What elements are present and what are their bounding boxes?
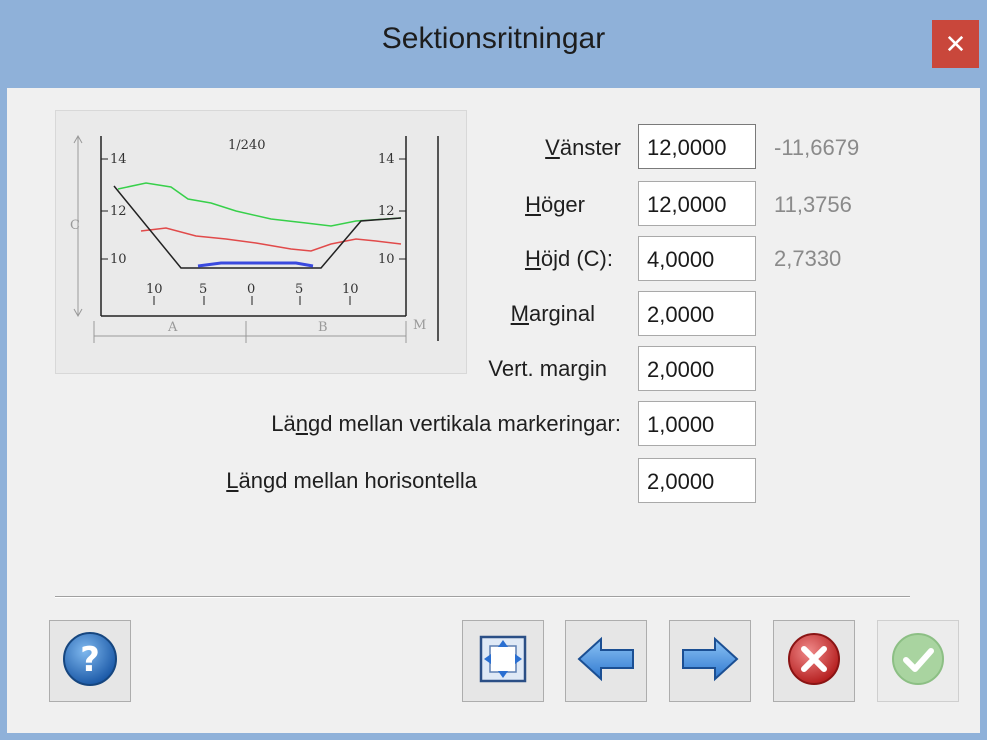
- vanster-input[interactable]: 12,0000: [638, 124, 756, 169]
- cancel-icon: [785, 630, 843, 693]
- left-tick-label: 10: [110, 252, 127, 267]
- x-tick-label: 10: [342, 282, 359, 297]
- hojd-input[interactable]: 4,0000: [638, 236, 756, 281]
- c-dimension-label: C: [70, 218, 80, 233]
- ok-button[interactable]: [877, 620, 959, 702]
- b-dimension-label: B: [318, 320, 328, 335]
- right-tick-label: 10: [378, 252, 395, 267]
- help-icon: ?: [60, 629, 120, 694]
- forward-button[interactable]: [669, 620, 751, 702]
- title-bar: Sektionsritningar ✕: [0, 0, 987, 88]
- x-tick-label: 10: [146, 282, 163, 297]
- arrow-right-icon: [679, 634, 741, 689]
- x-tick-label: 5: [199, 282, 207, 297]
- label-hoger: Höger: [525, 192, 585, 217]
- help-button[interactable]: ?: [49, 620, 131, 702]
- hoger-input[interactable]: 12,0000: [638, 181, 756, 226]
- vert-margin-input[interactable]: 2,0000: [638, 346, 756, 391]
- close-button[interactable]: ✕: [932, 20, 979, 68]
- langd-vertikala-input[interactable]: 1,0000: [638, 401, 756, 446]
- left-tick-label: 14: [110, 152, 127, 167]
- label-langd-horisontella: Längd mellan horisontella: [226, 468, 477, 493]
- marginal-input[interactable]: 2,0000: [638, 291, 756, 336]
- window-title: Sektionsritningar: [381, 22, 606, 55]
- right-tick-label: 14: [378, 152, 395, 167]
- svg-text:?: ?: [80, 640, 100, 680]
- label-vanster: Vänster: [545, 135, 621, 160]
- cancel-button[interactable]: [773, 620, 855, 702]
- dialog-client: C 14 12 10 14 12 10 1/240 10 5 0 5 10 A …: [7, 88, 980, 733]
- label-marginal: Marginal: [510, 301, 595, 326]
- close-icon: ✕: [944, 28, 967, 59]
- arrow-left-icon: [575, 634, 637, 689]
- hoger-computed: 11,3756: [774, 192, 852, 217]
- hojd-computed: 2,7330: [774, 246, 842, 271]
- ok-check-icon: [889, 630, 947, 693]
- langd-horisontella-input[interactable]: 2,0000: [638, 458, 756, 503]
- label-langd-vertikala: Längd mellan vertikala markeringar:: [271, 411, 621, 436]
- dialog-window: Sektionsritningar ✕ C 14 12 10 14 12 10 …: [0, 0, 987, 740]
- m-dimension-label: M: [413, 318, 426, 333]
- fit-view-icon: [476, 632, 530, 691]
- left-tick-label: 12: [110, 204, 127, 219]
- section-preview: C 14 12 10 14 12 10 1/240 10 5 0 5 10 A …: [55, 110, 467, 374]
- scale-label: 1/240: [228, 138, 265, 153]
- a-dimension-label: A: [167, 320, 178, 335]
- label-hojd: Höjd (C):: [524, 246, 613, 271]
- vanster-computed: -11,6679: [774, 135, 860, 160]
- right-tick-label: 12: [378, 204, 395, 219]
- x-tick-label: 0: [247, 282, 255, 297]
- back-button[interactable]: [565, 620, 647, 702]
- fit-view-button[interactable]: [462, 620, 544, 702]
- label-vert-margin: Vert. margin: [488, 356, 607, 381]
- separator: [55, 596, 910, 597]
- x-tick-label: 5: [295, 282, 303, 297]
